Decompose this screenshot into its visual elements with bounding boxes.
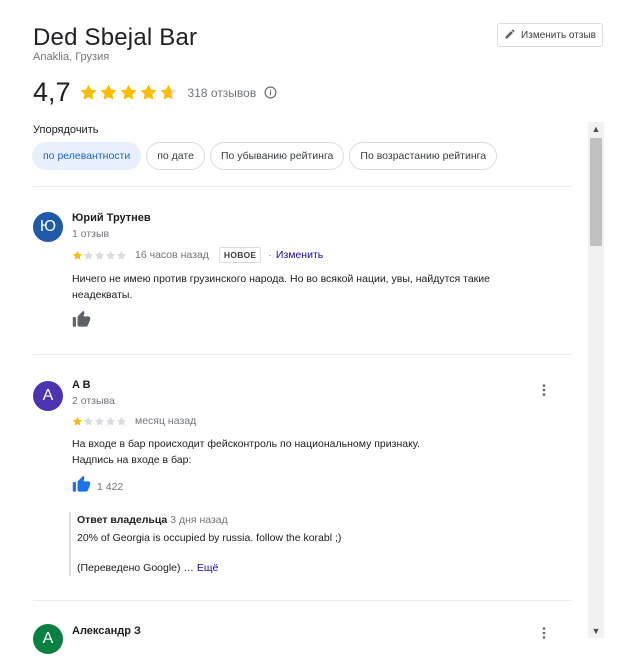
- scroll-thumb[interactable]: [590, 138, 602, 246]
- sort-label: Упорядочить: [33, 124, 99, 136]
- more-vert-icon: [542, 383, 546, 401]
- rating-summary: 4,7 318 отзывов: [33, 77, 277, 108]
- review-rating-row: месяц назад: [72, 415, 196, 427]
- review-text-line: На входе в бар происходит фейсконтроль п…: [72, 438, 420, 450]
- star-icon: [94, 416, 105, 427]
- avatar[interactable]: А: [33, 624, 63, 654]
- rating-stars: [79, 83, 178, 102]
- review-time: месяц назад: [135, 415, 197, 427]
- divider: [33, 186, 572, 187]
- more-vert-icon: [542, 626, 546, 644]
- translated-note: (Переведено Google) …: [77, 562, 197, 574]
- edit-review-label: Изменить отзыв: [521, 29, 596, 41]
- owner-reply-label: Ответ владельца: [77, 514, 168, 526]
- star-icon: [72, 250, 83, 261]
- star-icon: [79, 83, 98, 102]
- like-count: 1 422: [97, 481, 124, 493]
- star-icon: [105, 416, 116, 427]
- review-rating-row: 16 часов назад НОВОЕ · Изменить: [72, 247, 323, 263]
- review-author[interactable]: Александр З: [72, 625, 141, 637]
- divider: [33, 354, 572, 355]
- star-icon: [105, 250, 116, 261]
- star-icon: [72, 416, 83, 427]
- info-icon[interactable]: [264, 86, 277, 99]
- review-stars: [72, 416, 127, 427]
- star-icon: [116, 250, 127, 261]
- sort-chips: по релевантности по дате По убыванию рей…: [32, 142, 498, 170]
- thumbs-up-icon: [72, 475, 91, 499]
- review-text-line: неадекваты.: [72, 289, 133, 301]
- review-author[interactable]: Юрий Трутнев: [72, 212, 151, 224]
- rating-value: 4,7: [33, 77, 71, 107]
- more-options-button[interactable]: [537, 383, 551, 401]
- review-text: На входе в бар происходит фейсконтроль п…: [72, 436, 532, 468]
- divider: [33, 600, 572, 601]
- review-author-meta: 1 отзыв: [72, 228, 110, 240]
- star-icon: [119, 83, 138, 102]
- owner-reply-text: 20% of Georgia is occupied by russia. fo…: [77, 532, 342, 544]
- star-icon: [94, 250, 105, 261]
- place-location: Anaklia, Грузия: [33, 51, 110, 63]
- star-icon: [116, 416, 127, 427]
- review-time: 16 часов назад: [135, 249, 209, 261]
- star-icon: [99, 83, 118, 102]
- sort-chip-date[interactable]: по дате: [146, 142, 205, 170]
- like-button[interactable]: 1 422: [72, 475, 123, 499]
- sort-chip-rating-desc[interactable]: По убыванию рейтинга: [209, 142, 345, 170]
- review-author-meta: 2 отзыва: [72, 395, 115, 407]
- separator: ·: [268, 249, 272, 261]
- owner-reply-time: 3 дня назад: [170, 514, 228, 526]
- pencil-icon: [504, 28, 516, 43]
- star-icon: [159, 83, 178, 102]
- avatar[interactable]: A: [33, 381, 63, 411]
- more-link[interactable]: Ещё: [197, 562, 218, 574]
- edit-review-button[interactable]: Изменить отзыв: [497, 23, 603, 47]
- star-icon: [139, 83, 158, 102]
- edit-link[interactable]: Изменить: [276, 249, 323, 261]
- avatar[interactable]: Ю: [33, 212, 63, 242]
- star-icon: [83, 416, 94, 427]
- place-title: Ded Sbejal Bar: [33, 24, 198, 51]
- new-badge: НОВОЕ: [218, 247, 262, 263]
- more-options-button[interactable]: [537, 626, 551, 644]
- avatar-letter: Ю: [39, 218, 57, 235]
- like-button[interactable]: [72, 310, 91, 334]
- owner-reply: Ответ владельца 3 дня назад 20% of Georg…: [69, 512, 549, 576]
- star-icon: [83, 250, 94, 261]
- avatar-letter: А: [42, 630, 54, 647]
- review-text: Ничего не имею против грузинского народа…: [72, 271, 532, 303]
- review-text-line: Ничего не имею против грузинского народа…: [72, 273, 490, 285]
- scroll-up-icon[interactable]: ▲: [588, 122, 604, 136]
- avatar-letter: A: [42, 387, 54, 404]
- sort-chip-relevance[interactable]: по релевантности: [32, 142, 142, 170]
- thumbs-up-icon: [72, 310, 91, 334]
- scroll-down-icon[interactable]: ▼: [588, 624, 604, 638]
- review-stars: [72, 250, 127, 261]
- scrollbar[interactable]: ▲ ▼: [588, 122, 604, 638]
- review-text-line: Надпись на входе в бар:: [72, 454, 192, 466]
- sort-chip-rating-asc[interactable]: По возрастанию рейтинга: [349, 142, 498, 170]
- owner-reply-header: Ответ владельца 3 дня назад: [77, 512, 549, 528]
- review-author[interactable]: A B: [72, 379, 91, 391]
- owner-reply-translated: (Переведено Google) … Ещё: [77, 560, 549, 576]
- reviews-count[interactable]: 318 отзывов: [188, 86, 257, 100]
